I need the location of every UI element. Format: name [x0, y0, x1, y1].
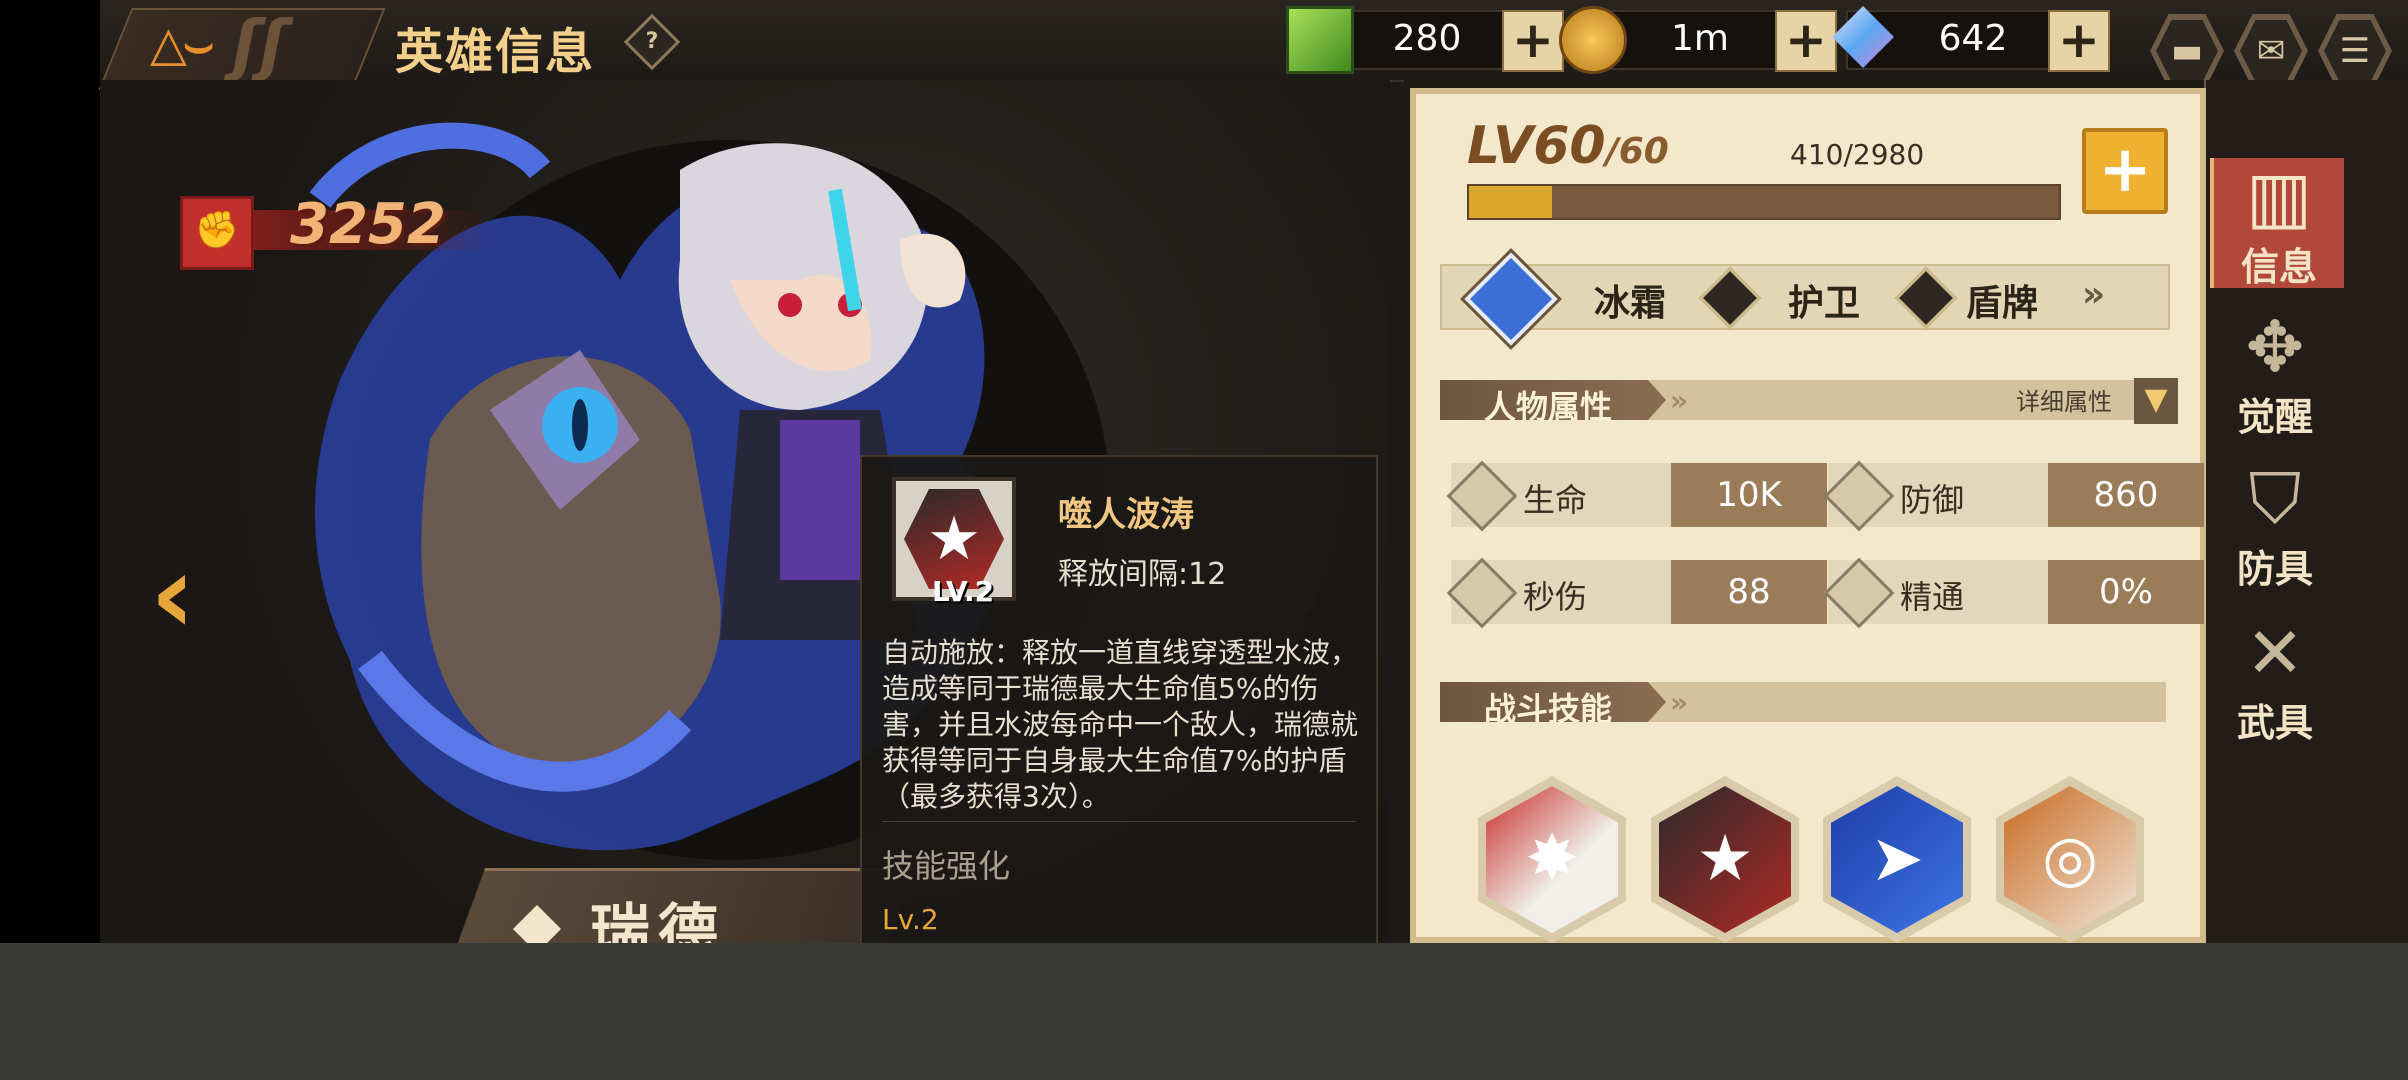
tab-armor[interactable]: ⛉ 防具 — [2210, 458, 2340, 591]
skill-slot-4[interactable]: ◎ — [1996, 776, 2144, 943]
tags-more-chevron-icon[interactable]: » — [2082, 274, 2105, 315]
sword-icon — [1446, 557, 1518, 629]
tag-role: 护卫 — [1788, 283, 1861, 324]
prev-hero-chevron-icon[interactable]: ‹ — [150, 530, 195, 658]
skills-header: 战斗技能 » — [1440, 682, 2166, 722]
attr-def-label: 防御 — [1900, 481, 1965, 519]
tab-info[interactable]: ▥ 信息 — [2210, 156, 2344, 289]
tooltip-upgrade-level: Lv.2 — [882, 903, 939, 936]
crossbow-icon: ✕ — [2245, 612, 2305, 694]
attr-def-value: 860 — [2048, 463, 2204, 527]
menu-button[interactable]: ☰ — [2318, 14, 2392, 88]
mail-button[interactable]: ✉ — [2234, 14, 2308, 88]
bottom-strip — [0, 943, 2408, 1080]
tab-armor-label: 防具 — [2236, 547, 2313, 591]
left-black-bar — [0, 0, 100, 943]
green-cube-icon — [1286, 6, 1354, 74]
frost-element-icon — [1464, 252, 1558, 346]
game-screen: △⌣ ʃʃ 英雄信息 ? 280 + 1m + 642 + ▬ ✉ ☰ ✊ 32… — [0, 0, 2408, 943]
exp-bar-fill — [1469, 186, 1552, 218]
detail-attributes-dropdown-icon[interactable]: ▼ — [2134, 378, 2178, 424]
attr-def: 防御 860 — [1823, 460, 2204, 532]
gold-coin-icon — [1559, 6, 1627, 74]
wave-skill-icon: ★ — [904, 489, 1004, 589]
attr-dps: 秒伤 88 — [1446, 557, 1827, 629]
heart-icon — [1446, 460, 1518, 532]
add-crystal-button[interactable]: + — [2048, 10, 2110, 72]
tab-weapon[interactable]: ✕ 武具 — [2210, 612, 2340, 745]
exp-bar — [1467, 184, 2061, 220]
add-gold-button[interactable]: + — [1775, 10, 1837, 72]
page-title: 英雄信息 — [395, 24, 596, 80]
tooltip-skill-interval: 释放间隔:12 — [1058, 557, 1227, 592]
skill-slot-1[interactable]: ✸ — [1478, 776, 1626, 943]
tooltip-upgrade-title: 技能强化 — [882, 847, 1011, 885]
hero-power: ✊ 3252 — [180, 192, 500, 270]
skills-chevron-icon: » — [1670, 686, 1689, 719]
skill-slot-2[interactable]: ★ — [1651, 776, 1799, 943]
shield-icon — [1894, 266, 1958, 330]
detail-attributes-label[interactable]: 详细属性 — [2016, 382, 2112, 417]
shield-stat-icon — [1823, 460, 1895, 532]
attr-mastery-value: 0% — [2048, 560, 2204, 624]
attr-hp-label: 生命 — [1523, 481, 1588, 519]
help-icon: ? — [645, 29, 659, 54]
attr-dps-value: 88 — [1671, 560, 1827, 624]
tooltip-skill-description: 自动施放：释放一道直线穿透型水波，造成等同于瑞德最大生命值5%的伤害，并且水波每… — [882, 636, 1359, 813]
tooltip-skill-name: 噬人波涛 — [1058, 495, 1194, 535]
crystal-value: 642 — [1938, 18, 2008, 59]
attr-hp: 生命 10K — [1446, 460, 1827, 532]
tag-element: 冰霜 — [1594, 283, 1667, 324]
attr-hp-value: 10K — [1671, 463, 1827, 527]
attr-mastery: 精通 0% — [1823, 557, 2204, 629]
tooltip-skill-level: LV.2 — [932, 575, 995, 608]
attributes-chevron-icon: » — [1670, 384, 1689, 417]
compass-icon: ✥ — [2245, 306, 2305, 388]
attr-mastery-label: 精通 — [1900, 578, 1965, 616]
logo-ornament: ʃʃ — [232, 6, 287, 83]
attr-dps-label: 秒伤 — [1523, 578, 1588, 616]
skills-header-label: 战斗技能 — [1440, 682, 1666, 722]
armor-icon: ⛉ — [2248, 458, 2302, 540]
green-cube-value: 280 — [1392, 18, 1462, 59]
skill-tooltip: ★ LV.2 噬人波涛 释放间隔:12 自动施放：释放一道直线穿透型水波，造成等… — [860, 455, 1378, 943]
exp-text: 410/2980 — [1790, 138, 1925, 171]
book-icon: ▥ — [2245, 156, 2313, 238]
power-value: 3252 — [290, 192, 446, 257]
currency-crystal: 642 + — [1832, 6, 2110, 72]
level-current: LV60 — [1467, 116, 1606, 176]
gold-value: 1m — [1671, 18, 1729, 59]
tab-awaken-label: 觉醒 — [2236, 395, 2313, 439]
tab-weapon-label: 武具 — [2236, 701, 2313, 745]
add-green-cube-button[interactable]: + — [1502, 10, 1564, 72]
hammer-icon — [1823, 557, 1895, 629]
logo-icon: △⌣ — [150, 16, 214, 72]
chat-button[interactable]: ▬ — [2150, 14, 2224, 88]
currency-green-cube: 280 + — [1286, 6, 1564, 74]
guardian-icon — [1698, 266, 1762, 330]
tooltip-divider — [882, 821, 1356, 822]
currency-gold: 1m + — [1559, 6, 1837, 74]
tab-awaken[interactable]: ✥ 觉醒 — [2210, 306, 2340, 439]
hero-level: LV60/60 — [1467, 116, 1669, 176]
level-up-button[interactable]: + — [2082, 128, 2168, 214]
skill-slot-3[interactable]: ➤ — [1823, 776, 1971, 943]
attributes-header-label: 人物属性 — [1440, 380, 1666, 420]
hero-tags: 冰霜 护卫 盾牌 » — [1440, 252, 2170, 346]
level-max: /60 — [1605, 131, 1669, 172]
tag-weapon: 盾牌 — [1966, 283, 2039, 324]
fist-icon: ✊ — [180, 196, 254, 270]
hero-name: 瑞德 — [590, 898, 726, 943]
tab-info-label: 信息 — [2240, 245, 2317, 289]
